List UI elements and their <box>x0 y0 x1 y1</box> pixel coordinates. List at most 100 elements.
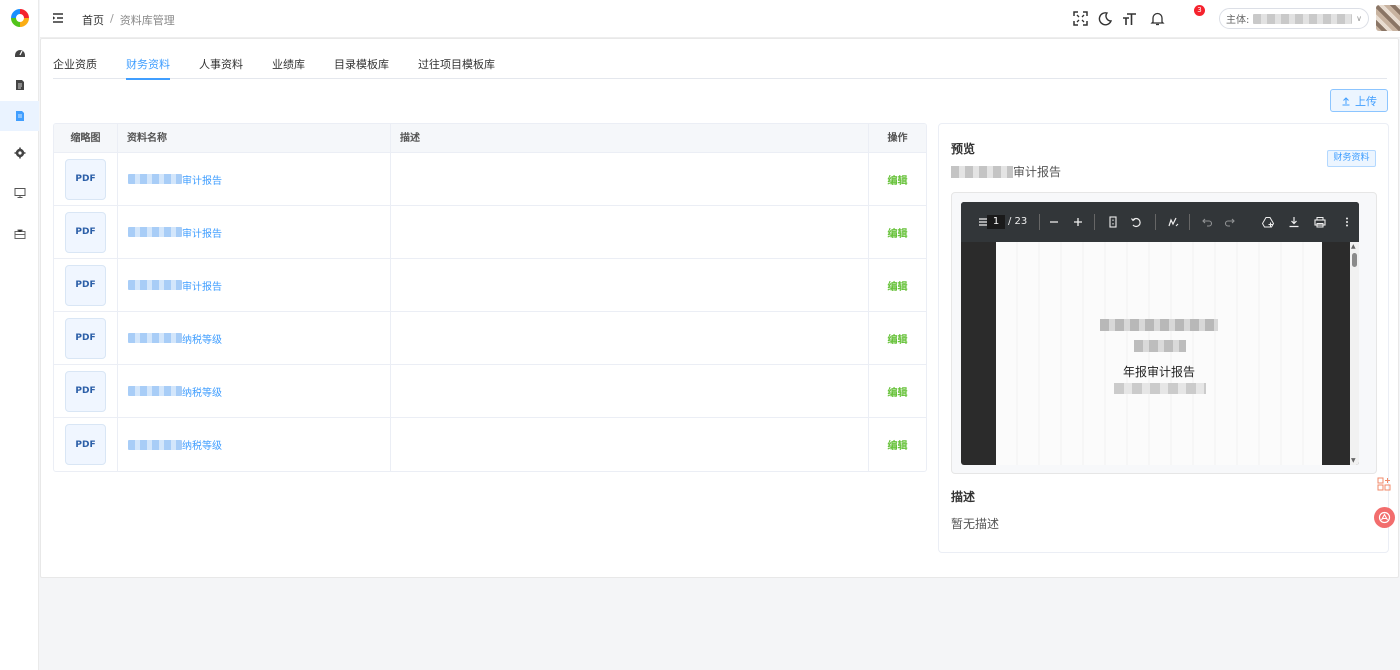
fit-page-button[interactable] <box>1106 215 1119 228</box>
pdf-thumbnail[interactable]: PDF <box>65 317 106 359</box>
pdf-frame: 1 / 23 年报审计报告 ▲ ▼ <box>951 192 1377 474</box>
scroll-up-icon[interactable]: ▲ <box>1351 243 1356 250</box>
drive-add-icon <box>1261 216 1274 227</box>
table-row[interactable]: PDF 纳税等级 编辑 <box>54 312 926 365</box>
edit-button[interactable]: 编辑 <box>888 331 908 346</box>
undo-button[interactable] <box>1200 215 1213 228</box>
sidebar-item-toolbox[interactable] <box>0 219 39 249</box>
edit-button[interactable]: 编辑 <box>888 278 908 293</box>
table-row[interactable]: PDF 审计报告 编辑 <box>54 206 926 259</box>
more-vertical-icon <box>1345 217 1348 226</box>
tab-performance[interactable]: 业绩库 <box>272 55 305 79</box>
table-header: 缩略图 资料名称 描述 操作 <box>54 124 926 153</box>
sidebar-item-library[interactable] <box>0 101 39 131</box>
breadcrumb-current: 资料库管理 <box>119 14 175 27</box>
material-name-link[interactable]: 纳税等级 <box>128 437 222 452</box>
gear-icon <box>14 147 25 159</box>
print-button[interactable] <box>1313 215 1326 228</box>
sidebar-item-settings[interactable] <box>0 138 39 168</box>
entity-label: 主体: <box>1226 15 1250 26</box>
download-button[interactable] <box>1287 215 1300 228</box>
name-redacted <box>128 439 182 450</box>
category-tag: 财务资料 <box>1327 150 1376 167</box>
pdf-thumbnail[interactable]: PDF <box>65 264 106 306</box>
download-icon <box>1289 216 1298 227</box>
sidebar-item-documents[interactable] <box>0 70 39 100</box>
preview-panel: 预览 审计报告 财务资料 1 / 23 年报审计报告 ▲ ▼ 描述 暂无描述 <box>938 123 1389 553</box>
edit-button[interactable]: 编辑 <box>888 225 908 240</box>
page-number-input[interactable]: 1 <box>987 215 1005 229</box>
notifications-button[interactable] <box>1149 10 1165 26</box>
menu-fold-icon[interactable] <box>52 12 64 24</box>
pdf-thumbnail[interactable]: PDF <box>65 158 106 200</box>
save-to-drive-button[interactable] <box>1261 215 1274 228</box>
scrollbar-thumb[interactable] <box>1352 253 1357 267</box>
entity-select[interactable]: 主体: ∨ <box>1219 8 1369 29</box>
pdf-scrollbar[interactable]: ▲ ▼ <box>1350 242 1359 465</box>
floating-apps-button[interactable] <box>1375 475 1393 493</box>
name-redacted <box>128 280 182 290</box>
zoom-out-button[interactable] <box>1047 215 1060 228</box>
material-name-link[interactable]: 审计报告 <box>128 278 222 293</box>
floating-assistant-button[interactable] <box>1374 507 1395 528</box>
edit-button[interactable]: 编辑 <box>888 384 908 399</box>
table-row[interactable]: PDF 审计报告 编辑 <box>54 153 926 206</box>
upload-button[interactable]: 上传 <box>1330 89 1388 112</box>
pdf-viewer[interactable]: 1 / 23 年报审计报告 ▲ ▼ <box>961 202 1359 465</box>
edit-button[interactable]: 编辑 <box>888 172 908 187</box>
tab-enterprise-qualification[interactable]: 企业资质 <box>53 55 97 79</box>
table-row[interactable]: PDF 纳税等级 编辑 <box>54 365 926 418</box>
name-redacted <box>128 174 182 184</box>
apps-grid-icon <box>1377 477 1391 491</box>
table-row[interactable]: PDF 审计报告 编辑 <box>54 259 926 312</box>
font-size-icon <box>1122 12 1136 25</box>
sidebar-item-dashboard[interactable] <box>0 38 39 68</box>
tab-financial[interactable]: 财务资料 <box>126 55 170 80</box>
document-icon <box>15 80 24 90</box>
material-name-link[interactable]: 审计报告 <box>128 172 222 187</box>
redo-button[interactable] <box>1223 215 1236 228</box>
scroll-down-icon[interactable]: ▼ <box>1351 457 1356 464</box>
library-icon <box>15 111 24 121</box>
edit-button[interactable]: 编辑 <box>888 437 908 452</box>
monitor-icon <box>14 188 25 198</box>
sidebar-item-monitor[interactable] <box>0 178 39 208</box>
pdf-thumbnail[interactable]: PDF <box>65 211 106 253</box>
tab-personnel[interactable]: 人事资料 <box>199 55 243 79</box>
material-description <box>391 312 869 364</box>
breadcrumb-separator: / <box>110 12 114 25</box>
name-redacted <box>128 227 182 237</box>
pdf-thumbnail[interactable]: PDF <box>65 370 106 412</box>
undo-icon <box>1201 218 1212 227</box>
pdf-document-title: 年报审计报告 <box>1122 365 1195 379</box>
table-row[interactable]: PDF 纳税等级 编辑 <box>54 418 926 471</box>
rotate-button[interactable] <box>1129 215 1142 228</box>
material-description <box>391 259 869 311</box>
redo-icon <box>1224 218 1235 227</box>
preview-title: 预览 <box>951 142 976 156</box>
breadcrumb-home[interactable]: 首页 <box>82 12 104 28</box>
material-name-suffix: 审计报告 <box>182 281 222 293</box>
zoom-in-button[interactable] <box>1071 215 1084 228</box>
more-options-button[interactable] <box>1340 215 1353 228</box>
moon-icon <box>1098 11 1112 25</box>
font-size-button[interactable] <box>1121 10 1137 26</box>
avatar[interactable] <box>1376 5 1400 31</box>
material-name-link[interactable]: 纳税等级 <box>128 331 222 346</box>
pdf-thumbnail[interactable]: PDF <box>65 424 106 465</box>
filename-redacted <box>951 165 1013 178</box>
tab-catalog-templates[interactable]: 目录模板库 <box>334 55 389 79</box>
annotate-button[interactable] <box>1166 215 1179 228</box>
fullscreen-button[interactable] <box>1072 10 1088 26</box>
material-name-link[interactable]: 审计报告 <box>128 225 222 240</box>
app-logo[interactable] <box>9 7 31 29</box>
breadcrumb: 首页 / 资料库管理 <box>82 12 175 28</box>
dark-mode-button[interactable] <box>1097 10 1113 26</box>
upload-icon <box>1342 96 1350 105</box>
tab-past-project-templates[interactable]: 过往项目模板库 <box>418 55 495 79</box>
material-name-link[interactable]: 纳税等级 <box>128 384 222 399</box>
name-redacted <box>128 333 182 343</box>
pen-icon <box>1167 217 1178 226</box>
description-text: 暂无描述 <box>951 517 1000 531</box>
assistant-icon <box>1378 511 1391 524</box>
